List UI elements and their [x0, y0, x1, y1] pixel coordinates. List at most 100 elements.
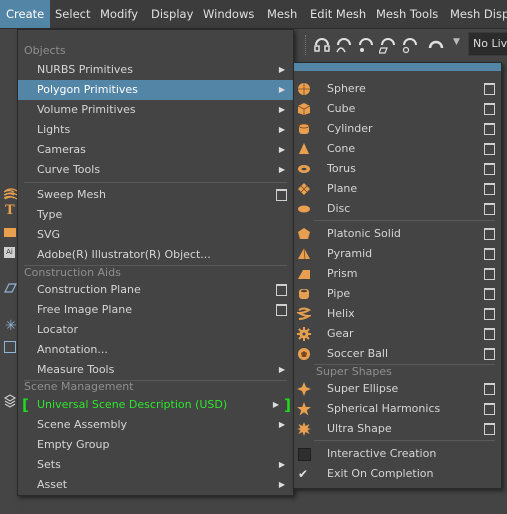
menu-mesh[interactable]: Mesh [267, 0, 297, 28]
poly-item-prism[interactable]: Prism [294, 264, 501, 284]
menu-item-annotation[interactable]: Annotation... [18, 340, 293, 360]
poly-item-sphere[interactable]: Sphere [294, 79, 501, 99]
poly-item-helix[interactable]: Helix [294, 304, 501, 324]
menu-item-label: Platonic Solid [327, 227, 401, 240]
option-box-icon[interactable] [484, 308, 495, 320]
menu-item-sweep-mesh[interactable]: Sweep Mesh [3, 185, 293, 205]
poly-item-exit-on-completion[interactable]: ✔ Exit On Completion [294, 464, 501, 484]
option-box-icon[interactable] [484, 203, 495, 215]
menu-item-adobe-illustrator[interactable]: Adobe(R) Illustrator(R) Object... [18, 245, 293, 265]
option-box-icon[interactable] [484, 328, 495, 340]
option-box-icon[interactable] [276, 189, 287, 201]
poly-item-cone[interactable]: Cone [294, 139, 501, 159]
menu-item-locator[interactable]: Locator [18, 320, 293, 340]
menu-item-label: Empty Group [37, 438, 110, 451]
poly-item-pipe[interactable]: Pipe [294, 284, 501, 304]
menu-item-free-image-plane[interactable]: Free Image Plane [18, 300, 293, 320]
chevron-down-icon[interactable]: ▼ [453, 37, 460, 47]
menu-select[interactable]: Select [55, 0, 90, 28]
option-box-icon[interactable] [484, 163, 495, 175]
menu-item-label: Sweep Mesh [37, 188, 106, 201]
menu-item-polygon-primitives[interactable]: Polygon Primitives ▶ [18, 80, 293, 100]
create-menu: Objects NURBS Primitives ▶ Polygon Primi… [3, 29, 294, 496]
poly-item-spherical-harmonics[interactable]: Spherical Harmonics [294, 399, 501, 419]
option-box-icon[interactable] [484, 248, 495, 260]
snap-curve-icon[interactable] [335, 36, 353, 54]
menu-mesh-display[interactable]: Mesh Displ [450, 0, 507, 28]
menu-item-label: Sets [37, 458, 61, 471]
menu-item-asset[interactable]: Asset ▶ [18, 475, 293, 495]
menu-mesh-tools[interactable]: Mesh Tools [376, 0, 438, 28]
torus-icon [298, 165, 310, 173]
option-box-icon[interactable] [484, 183, 495, 195]
menu-item-cameras[interactable]: Cameras ▶ [18, 140, 293, 160]
snap-live-icon[interactable] [401, 36, 419, 54]
menu-divider [314, 440, 495, 441]
poly-item-gear[interactable]: Gear [294, 324, 501, 344]
option-box-icon[interactable] [484, 143, 495, 155]
menu-create[interactable]: Create [0, 0, 51, 28]
poly-item-interactive-creation[interactable]: Interactive Creation [294, 444, 501, 464]
menu-item-label: Cube [327, 102, 356, 115]
submenu-highlight-band [294, 63, 501, 71]
option-box-icon[interactable] [484, 103, 495, 115]
poly-item-soccer-ball[interactable]: Soccer Ball [294, 344, 501, 364]
option-box-icon[interactable] [484, 228, 495, 240]
menu-item-type[interactable]: Type [18, 205, 293, 225]
menu-item-label: Cylinder [327, 122, 373, 135]
svg-tool-icon [4, 228, 16, 237]
menu-item-construction-plane[interactable]: Construction Plane [18, 280, 293, 300]
menu-divider [24, 182, 287, 183]
submenu-arrow-icon: ▶ [278, 65, 285, 74]
live-surface-field[interactable]: No Live [468, 32, 507, 56]
menu-item-empty-group[interactable]: Empty Group [18, 435, 293, 455]
poly-item-pyramid[interactable]: Pyramid [294, 244, 501, 264]
option-box-icon[interactable] [484, 403, 495, 415]
usd-bracket-right: ] [284, 396, 291, 414]
menu-item-nurbs-primitives[interactable]: NURBS Primitives ▶ [18, 60, 293, 80]
checkmark-icon[interactable]: ✔ [298, 464, 308, 484]
menu-item-sets[interactable]: Sets ▶ [18, 455, 293, 475]
ultra-shape-icon [297, 422, 311, 436]
menu-item-label: Lights [37, 123, 71, 136]
menu-modify[interactable]: Modify [100, 0, 138, 28]
option-box-icon[interactable] [484, 288, 495, 300]
option-box-icon[interactable] [484, 83, 495, 95]
helix-icon [297, 307, 311, 320]
menu-windows[interactable]: Windows [203, 0, 254, 28]
polygon-primitives-submenu: Sphere Cube Cylinder Cone Torus Plane Di… [293, 62, 502, 489]
usd-stack-icon [3, 394, 17, 408]
option-box-icon[interactable] [484, 348, 495, 360]
poly-item-super-ellipse[interactable]: Super Ellipse [294, 379, 501, 399]
menu-edit-mesh[interactable]: Edit Mesh [310, 0, 366, 28]
poly-item-cube[interactable]: Cube [294, 99, 501, 119]
cone-icon [299, 143, 309, 154]
menu-display[interactable]: Display [151, 0, 193, 28]
option-box-icon[interactable] [484, 123, 495, 135]
interactive-creation-checkbox[interactable] [298, 448, 311, 461]
option-box-icon[interactable] [484, 423, 495, 435]
poly-item-cylinder[interactable]: Cylinder [294, 119, 501, 139]
poly-item-disc[interactable]: Disc [294, 199, 501, 219]
menu-item-usd[interactable]: [ Universal Scene Description (USD) ▶ ] [18, 395, 293, 415]
poly-item-platonic-solid[interactable]: Platonic Solid [294, 224, 501, 244]
option-box-icon[interactable] [484, 383, 495, 395]
option-box-icon[interactable] [276, 284, 287, 296]
poly-item-plane[interactable]: Plane [294, 179, 501, 199]
menu-item-label: Helix [327, 307, 355, 320]
option-box-icon[interactable] [276, 304, 287, 316]
menu-item-measure-tools[interactable]: Measure Tools ▶ [18, 360, 293, 380]
snap-grid-icon[interactable] [313, 36, 331, 54]
snap-point-icon[interactable] [357, 36, 375, 54]
menu-item-lights[interactable]: Lights ▶ [18, 120, 293, 140]
snap-view-plane-icon[interactable] [379, 36, 397, 54]
menu-item-svg[interactable]: SVG [18, 225, 293, 245]
option-box-icon[interactable] [484, 268, 495, 280]
submenu-arrow-icon: ▶ [278, 105, 285, 114]
menu-item-scene-assembly[interactable]: Scene Assembly ▶ [18, 415, 293, 435]
menu-item-volume-primitives[interactable]: Volume Primitives ▶ [18, 100, 293, 120]
menu-item-curve-tools[interactable]: Curve Tools ▶ [18, 160, 293, 180]
poly-item-ultra-shape[interactable]: Ultra Shape [294, 419, 501, 439]
poly-item-torus[interactable]: Torus [294, 159, 501, 179]
magnet-icon[interactable] [427, 36, 445, 54]
